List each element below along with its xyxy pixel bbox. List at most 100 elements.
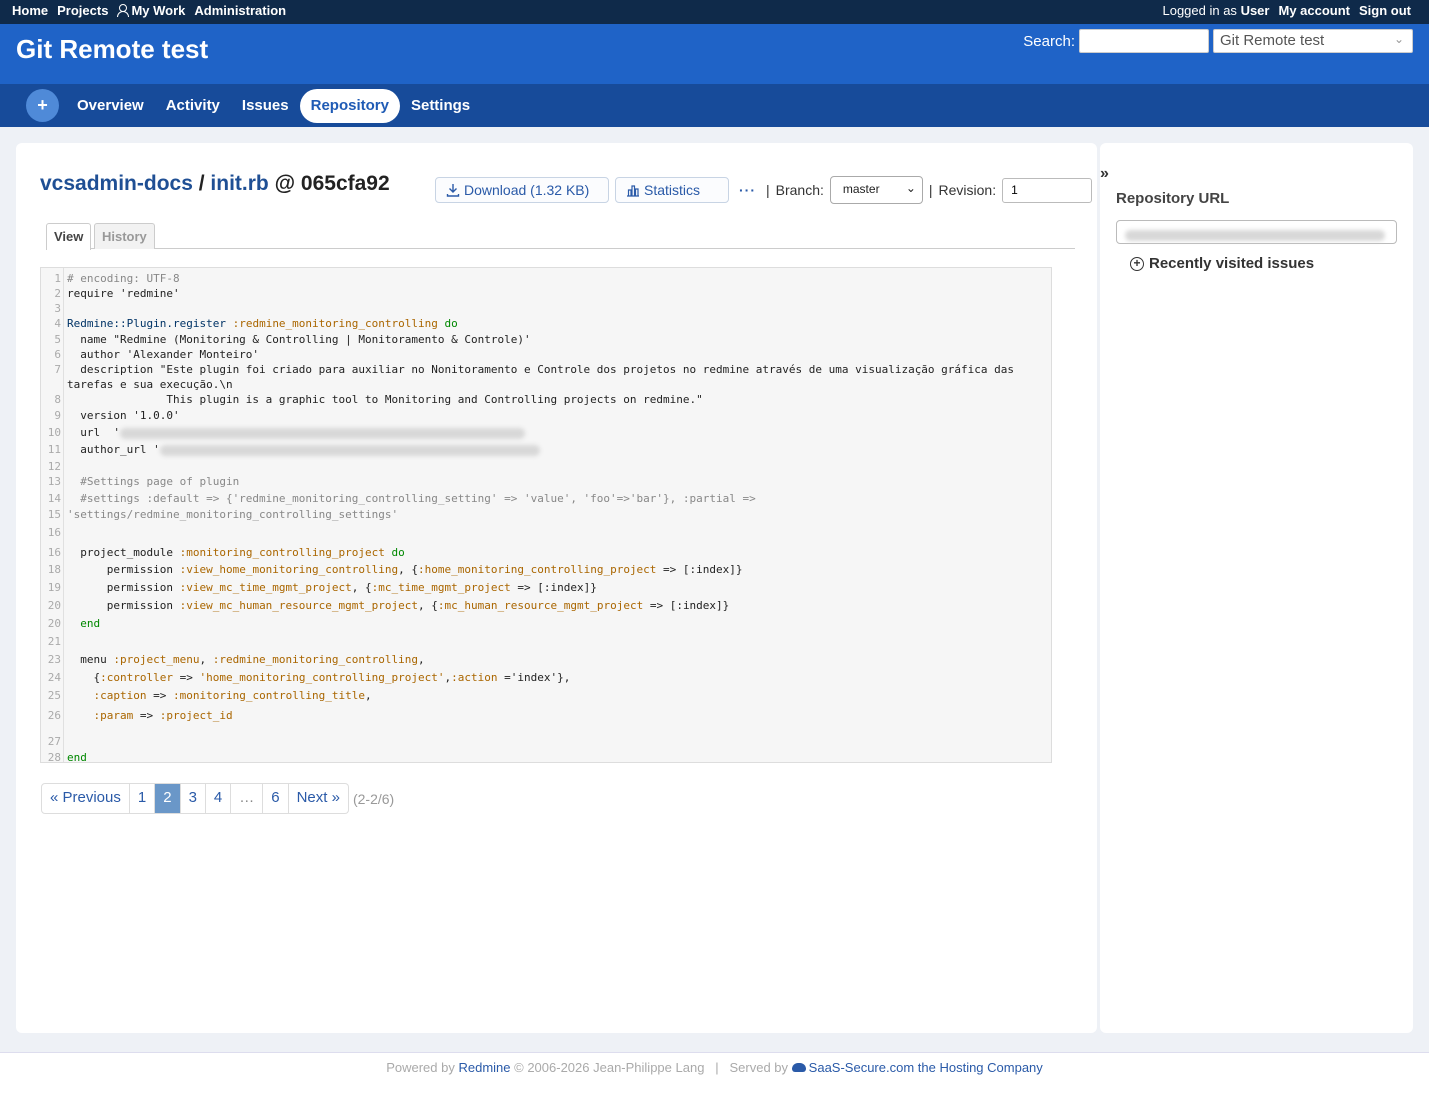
code-token: require 'redmine' xyxy=(67,287,180,300)
code-token: version '1.0.0' xyxy=(67,409,180,422)
code-token: :monitoring_controlling_title xyxy=(172,689,366,702)
bar-chart-icon xyxy=(627,185,639,197)
pagination-previous[interactable]: « Previous xyxy=(41,783,130,814)
download-button[interactable]: Download (1.32 KB) xyxy=(435,177,609,203)
footer-divider: | xyxy=(715,1060,719,1075)
my-work-label: My Work xyxy=(131,3,186,18)
line-number-gutter xyxy=(63,268,64,762)
tab-repository[interactable]: Repository xyxy=(299,89,400,123)
code-token: :mc_time_mgmt_project xyxy=(371,581,511,594)
my-account-link[interactable]: My account xyxy=(1278,3,1350,18)
code-token: , xyxy=(418,653,425,666)
code-token: author_url ' xyxy=(67,443,160,456)
breadcrumb-at: @ xyxy=(274,172,296,195)
code-token: 'settings/redmine_monitoring_controlling… xyxy=(67,508,399,521)
contextual-actions: Download (1.32 KB) Statistics ··· | Bran… xyxy=(435,176,1093,204)
code-token: end xyxy=(67,751,87,763)
code-text: :caption => :monitoring_controlling_titl… xyxy=(67,688,372,703)
pagination: « Previous 1 2 3 4 … 6 Next » (2-2/6) xyxy=(41,783,394,814)
code-token: ='index'}, xyxy=(497,671,571,684)
line-number: 28 xyxy=(47,751,61,763)
footer: Powered by Redmine © 2006-2026 Jean-Phil… xyxy=(0,1052,1429,1101)
branch-label: Branch: xyxy=(775,182,824,198)
breadcrumb-repo-link[interactable]: vcsadmin-docs xyxy=(40,172,193,195)
pagination-page-4[interactable]: 4 xyxy=(205,783,232,814)
revision-input[interactable] xyxy=(1002,177,1093,203)
line-number: 18 xyxy=(47,563,61,576)
tab-overview[interactable]: Overview xyxy=(66,89,155,123)
pagination-next[interactable]: Next » xyxy=(288,783,349,814)
project-title: Git Remote test xyxy=(16,34,209,64)
quick-search: Search: Git Remote test ⌄ xyxy=(1023,29,1413,53)
code-token: name "Redmine (Monitoring & Controlling … xyxy=(67,333,531,346)
code-text: project_module :monitoring_controlling_p… xyxy=(67,545,405,560)
repository-url-field[interactable] xyxy=(1116,220,1397,244)
logged-in-user[interactable]: User xyxy=(1241,3,1270,18)
tab-issues[interactable]: Issues xyxy=(231,89,300,123)
sidebar-toggle-icon[interactable]: » xyxy=(1100,165,1109,183)
pagination-page-current: 2 xyxy=(155,783,181,814)
redacted-url xyxy=(159,444,540,456)
redacted-url xyxy=(119,427,525,439)
breadcrumb: vcsadmin-docs / init.rb @ 065cfa92 xyxy=(40,172,390,196)
code-token: :redmine_monitoring_controlling xyxy=(212,653,419,666)
breadcrumb-revision: 065cfa92 xyxy=(300,172,390,195)
line-number: 4 xyxy=(54,317,61,330)
code-token: :controller xyxy=(100,671,173,684)
branch-select[interactable]: master ⌄ xyxy=(829,176,923,204)
code-view: 1 # encoding: UTF-8 2 require 'redmine' 3 4 Re… xyxy=(40,267,1052,763)
code-token: , { xyxy=(418,599,438,612)
code-token: do xyxy=(391,546,405,559)
code-token: :mc_human_resource_mgmt_project xyxy=(437,599,644,612)
download-label: Download (1.32 KB) xyxy=(464,182,590,198)
top-link-my-work[interactable]: My Work xyxy=(117,3,185,18)
tab-history[interactable]: History xyxy=(94,223,155,249)
search-label: Search: xyxy=(1023,32,1075,50)
code-text: tarefas e sua execução.\n xyxy=(67,377,233,392)
new-object-button[interactable]: + xyxy=(26,89,59,122)
project-jump-select[interactable]: Git Remote test ⌄ xyxy=(1213,29,1413,53)
top-menu: Home Projects My Work Administration Log… xyxy=(0,0,1429,24)
code-token: => xyxy=(133,709,160,722)
tab-activity[interactable]: Activity xyxy=(155,89,231,123)
code-token: :monitoring_controlling_project xyxy=(179,546,392,559)
pagination-page-6[interactable]: 6 xyxy=(263,783,289,814)
code-token: #Settings page of plugin xyxy=(67,475,240,488)
line-number: 13 xyxy=(47,475,61,488)
footer-served-by: Served by xyxy=(729,1060,789,1075)
sign-out-link[interactable]: Sign out xyxy=(1359,3,1411,18)
top-link-projects[interactable]: Projects xyxy=(57,3,108,18)
chevron-down-icon: ⌄ xyxy=(905,181,916,195)
more-actions-icon[interactable]: ··· xyxy=(735,182,760,198)
code-text: #Settings page of plugin xyxy=(67,474,239,489)
line-number: 9 xyxy=(54,409,61,422)
code-token: { xyxy=(67,671,101,684)
line-number: 16 xyxy=(47,546,61,559)
code-text: name "Redmine (Monitoring & Controlling … xyxy=(67,332,531,347)
code-token: => xyxy=(146,689,173,702)
line-number: 12 xyxy=(47,460,61,473)
code-token: tarefas e sua execução.\n xyxy=(67,378,233,391)
code-token: :param xyxy=(67,709,134,722)
breadcrumb-file-link[interactable]: init.rb xyxy=(210,172,268,195)
pagination-page-3[interactable]: 3 xyxy=(180,783,206,814)
code-token: , xyxy=(365,689,372,702)
footer-host-link[interactable]: SaaS-Secure.com the Hosting Company xyxy=(791,1060,1043,1075)
logged-in-as: Logged in as User xyxy=(1162,3,1269,18)
code-token: :project_id xyxy=(159,709,233,722)
tab-view[interactable]: View xyxy=(46,223,92,250)
top-link-home[interactable]: Home xyxy=(12,3,48,18)
recently-visited-toggle[interactable]: + Recently visited issues xyxy=(1130,255,1314,272)
top-link-administration[interactable]: Administration xyxy=(194,3,286,18)
code-token: => [:index]} xyxy=(510,581,597,594)
tab-settings[interactable]: Settings xyxy=(400,89,481,123)
footer-redmine-link[interactable]: Redmine xyxy=(458,1060,510,1075)
statistics-button[interactable]: Statistics xyxy=(615,177,729,203)
line-number: 16 xyxy=(47,526,61,539)
line-number: 14 xyxy=(47,492,61,505)
code-token: :view_mc_time_mgmt_project xyxy=(179,581,352,594)
code-text: {:controller => 'home_monitoring_control… xyxy=(67,670,570,685)
search-input[interactable] xyxy=(1079,29,1209,53)
line-number: 24 xyxy=(47,671,61,684)
pagination-page-1[interactable]: 1 xyxy=(129,783,156,814)
